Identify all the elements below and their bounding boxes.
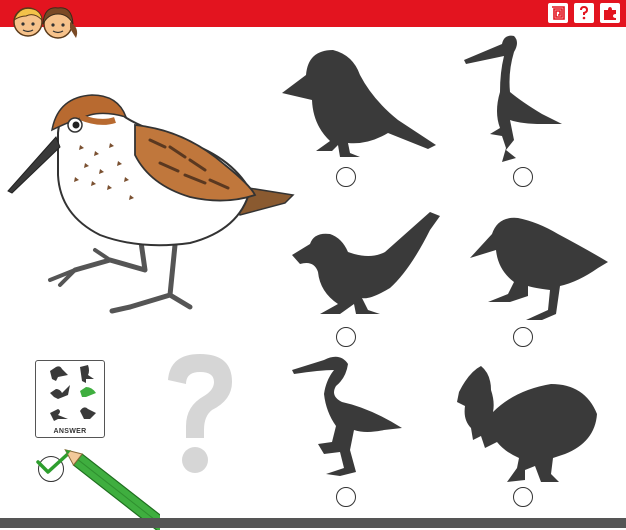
puzzle-piece-icon[interactable] xyxy=(600,3,620,23)
answer-circle-5[interactable] xyxy=(336,487,356,507)
answer-circle-6[interactable] xyxy=(513,487,533,507)
kids-avatar-icon xyxy=(12,7,78,39)
answer-circle-3[interactable] xyxy=(336,327,356,347)
answer-circle-1[interactable] xyxy=(336,167,356,187)
sandpiper-illustration xyxy=(7,94,295,314)
answer-circle-2[interactable] xyxy=(513,167,533,187)
shadow-crow xyxy=(282,50,436,157)
shadow-heron xyxy=(292,356,402,476)
header-bar xyxy=(0,0,626,27)
shadow-grackle xyxy=(292,212,440,314)
header-icons xyxy=(548,3,620,23)
answer-circle-4[interactable] xyxy=(513,327,533,347)
answer-label: ANSWER xyxy=(53,428,87,435)
spiral-maze-icon[interactable] xyxy=(548,3,568,23)
pencil-icon xyxy=(64,448,160,530)
shadow-cassowary xyxy=(457,366,597,482)
shadow-sandpiper xyxy=(470,217,608,320)
answer-card[interactable]: ANSWER xyxy=(35,360,105,438)
answer-thumbnail-icon xyxy=(50,365,96,421)
shadow-stork xyxy=(464,35,562,162)
question-mark-icon xyxy=(168,354,232,473)
footer-bar xyxy=(0,518,626,528)
question-mark-icon[interactable] xyxy=(574,3,594,23)
